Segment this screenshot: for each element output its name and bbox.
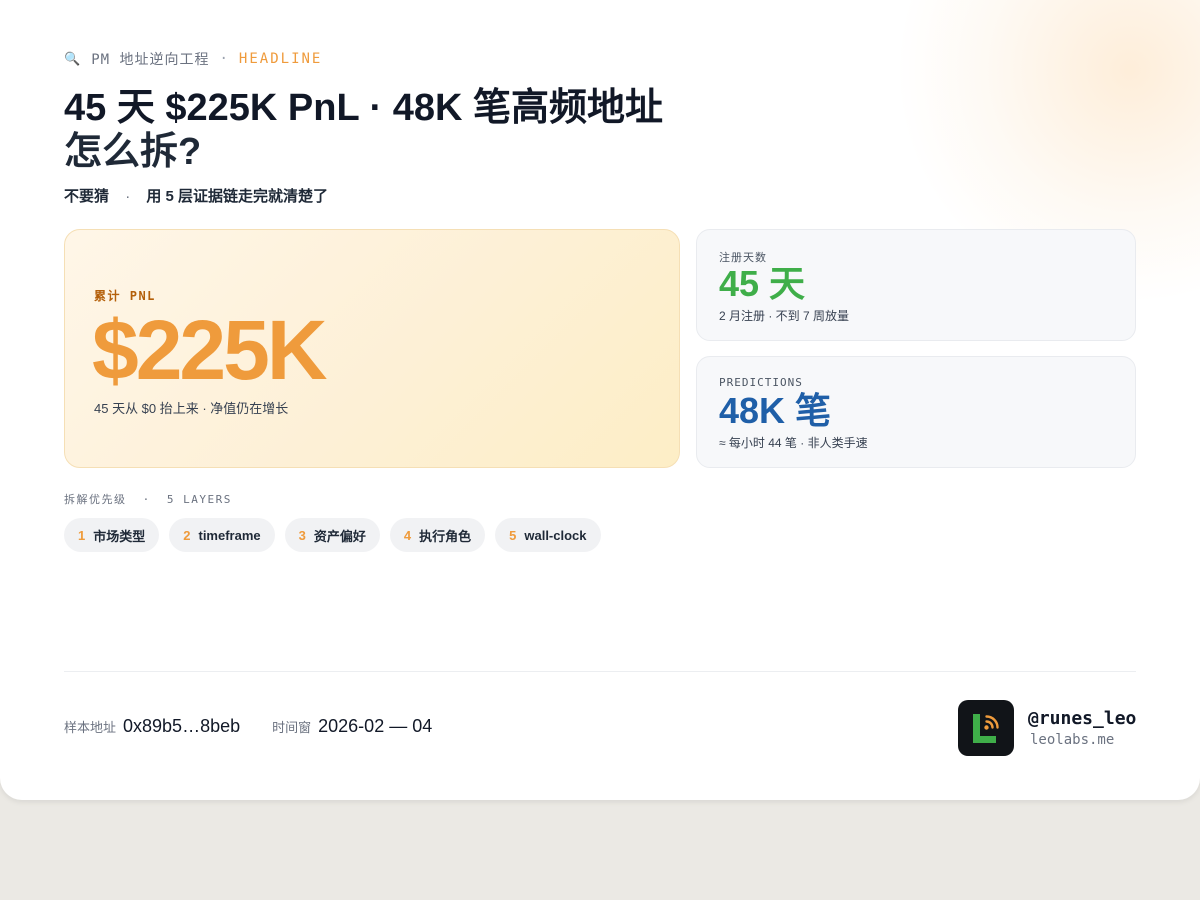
eyebrow-separator: · bbox=[219, 51, 229, 67]
author-site[interactable]: leolabs.me bbox=[1030, 732, 1114, 748]
eyebrow-tag: HEADLINE bbox=[238, 51, 323, 67]
layer-chip-number: 4 bbox=[403, 527, 412, 543]
layer-chip-label: 资产偏好 bbox=[313, 528, 366, 544]
stat-days-note: 2 月注册 · 不到 7 周放量 bbox=[719, 309, 850, 323]
subtitle-separator: · bbox=[125, 188, 131, 205]
layers-heading-label: 拆解优先级 bbox=[64, 493, 127, 506]
stat-predictions-label: PREDICTIONS bbox=[719, 376, 803, 389]
pnl-note: 45 天从 $0 抬上来 · 净值仍在增长 bbox=[94, 401, 289, 416]
title-line-1: 45 天 $225K PnL · 48K 笔高频地址 bbox=[64, 87, 664, 129]
eyebrow: 🔍 PM 地址逆向工程 · HEADLINE bbox=[64, 49, 322, 69]
layer-chip-3[interactable]: 3 资产偏好 bbox=[284, 518, 380, 552]
layers-heading-separator: · bbox=[142, 493, 151, 506]
subtitle-right: 用 5 层证据链走完就清楚了 bbox=[146, 188, 329, 205]
layer-chip-number: 1 bbox=[78, 527, 86, 543]
stat-card-predictions: PREDICTIONS 48K 笔 ≈ 每小时 44 笔 · 非人类手速 bbox=[696, 356, 1136, 468]
layer-chip-label: timeframe bbox=[198, 527, 261, 543]
layer-chip-2[interactable]: 2 timeframe bbox=[169, 518, 275, 552]
layer-chip-5[interactable]: 5 wall-clock bbox=[495, 518, 601, 552]
eyebrow-text: PM 地址逆向工程 bbox=[91, 52, 210, 68]
layer-chip-label: wall-clock bbox=[524, 527, 587, 543]
page-title: 45 天 $225K PnL · 48K 笔高频地址 怎么拆? bbox=[64, 86, 663, 174]
stat-predictions-value: 48K 笔 bbox=[719, 390, 832, 431]
pnl-value: $225K bbox=[92, 303, 328, 397]
footer-divider bbox=[64, 671, 1136, 672]
author-handle[interactable]: @runes_leo bbox=[1028, 708, 1136, 729]
layer-chip-label: 市场类型 bbox=[93, 528, 146, 544]
time-window-key: 时间窗 bbox=[272, 720, 312, 735]
layer-chip-label: 执行角色 bbox=[419, 528, 472, 544]
time-window-value: 2026-02 — 04 bbox=[318, 716, 433, 736]
magnifier-icon: 🔍 bbox=[64, 51, 82, 67]
footer-meta: 样本地址 0x89b5…8beb 时间窗 2026-02 — 04 bbox=[64, 716, 464, 737]
layer-chip-number: 5 bbox=[509, 527, 517, 543]
stat-card-days: 注册天数 45 天 2 月注册 · 不到 7 周放量 bbox=[696, 229, 1136, 341]
sample-address-value[interactable]: 0x89b5…8beb bbox=[123, 716, 240, 737]
layer-chip-number: 2 bbox=[183, 527, 191, 543]
pnl-card: 累计 PNL $225K 45 天从 $0 抬上来 · 净值仍在增长 bbox=[64, 229, 680, 468]
stat-days-value: 45 天 bbox=[719, 263, 806, 304]
layer-chip-4[interactable]: 4 执行角色 bbox=[389, 518, 486, 552]
subtitle: 不要猜 · 用 5 层证据链走完就清楚了 bbox=[64, 185, 328, 206]
title-line-2: 怎么拆? bbox=[64, 131, 202, 173]
layer-chip-1[interactable]: 1 市场类型 bbox=[64, 518, 160, 552]
stat-predictions-note: ≈ 每小时 44 笔 · 非人类手速 bbox=[719, 436, 868, 450]
layers-heading-count: 5 LAYERS bbox=[166, 493, 232, 506]
layer-chip-number: 3 bbox=[298, 527, 306, 543]
layer-chips: 1 市场类型 2 timeframe 3 资产偏好 4 执行角色 5 wall-… bbox=[64, 518, 601, 552]
layers-heading: 拆解优先级 · 5 LAYERS bbox=[64, 491, 232, 507]
leolabs-logo-icon[interactable] bbox=[958, 700, 1014, 756]
headline-card: 🔍 PM 地址逆向工程 · HEADLINE 45 天 $225K PnL · … bbox=[0, 0, 1200, 800]
subtitle-left: 不要猜 bbox=[64, 188, 110, 205]
sample-address-key: 样本地址 bbox=[64, 720, 117, 735]
